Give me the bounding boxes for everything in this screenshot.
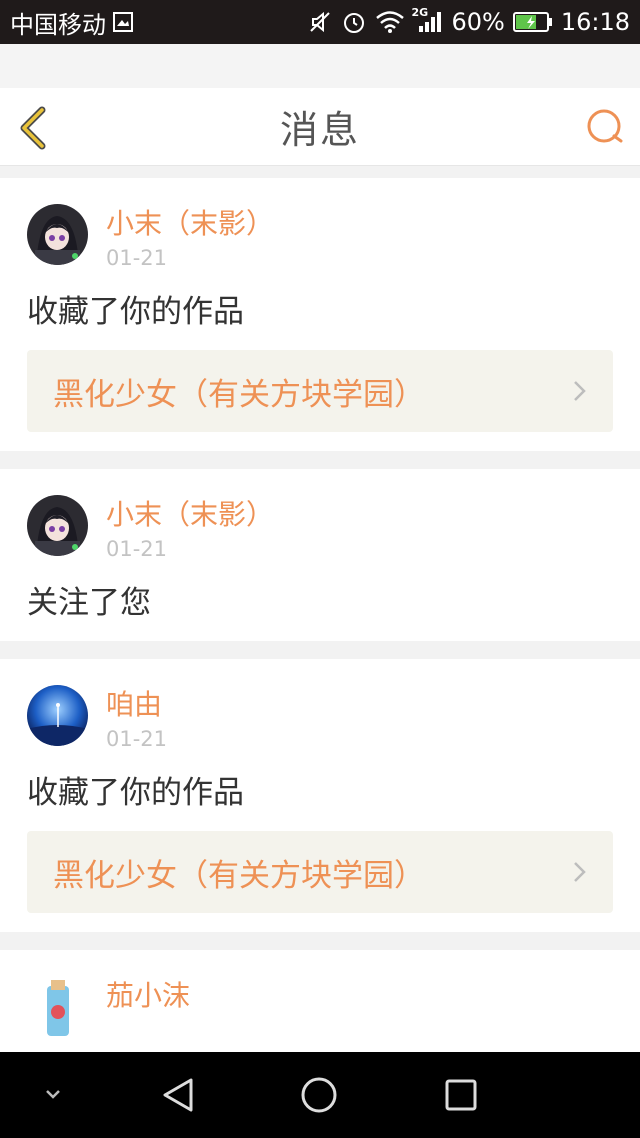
work-title: 黑化少女（有关方块学园） [53,857,425,894]
username[interactable]: 茄小沫 [106,976,190,1016]
clock: 16:18 [560,8,630,36]
avatar[interactable] [27,204,88,265]
page-header: 消息 [0,88,640,166]
message-date: 01-21 [106,246,168,270]
chevron-right-icon [574,862,586,882]
message-card: 小末（末影） 01-21 收藏了你的作品 黑化少女（有关方块学园） [0,178,640,451]
action-text: 关注了您 [27,585,151,621]
alarm-icon [341,9,367,35]
work-link[interactable]: 黑化少女（有关方块学园） [27,831,613,913]
username[interactable]: 咱由 [106,685,167,725]
collapse-button[interactable] [42,1084,64,1108]
message-date: 01-21 [106,537,168,561]
battery-percent: 60% [451,8,505,36]
action-text: 收藏了你的作品 [27,775,244,811]
network-type-label: 2G [411,6,429,19]
avatar[interactable] [27,495,88,556]
message-date: 01-21 [106,727,168,751]
home-circle-icon [301,1077,337,1113]
work-link[interactable]: 黑化少女（有关方块学园） [27,350,613,432]
search-button[interactable] [586,108,624,146]
signal-icon: 2G [411,6,443,34]
avatar[interactable] [27,685,88,746]
page-title: 消息 [279,108,360,152]
chevron-right-icon [574,381,586,401]
nav-recents-button[interactable] [444,1078,478,1116]
wifi-icon [375,10,405,34]
search-icon [587,109,623,143]
message-card: 小末（末影） 01-21 关注了您 [0,469,640,641]
top-spacer [0,44,640,88]
avatar[interactable] [27,976,88,1037]
screenshot-icon [112,11,134,33]
username[interactable]: 小末（末影） [106,495,274,535]
system-nav-bar [0,1052,640,1138]
message-list[interactable]: 小末（末影） 01-21 收藏了你的作品 黑化少女（有关方块学园） 小末（末影）… [0,166,640,1052]
back-triangle-icon [163,1078,193,1112]
work-title: 黑化少女（有关方块学园） [53,376,425,413]
mute-icon [307,9,333,35]
message-card: 茄小沫 [0,950,640,1052]
status-bar: 中国移动 2G 60% 16:18 [0,0,640,44]
chevron-left-icon [20,106,46,150]
action-text: 收藏了你的作品 [27,294,244,330]
carrier-label: 中国移动 [10,10,106,39]
battery-icon [512,11,553,33]
nav-back-button[interactable] [160,1076,196,1118]
recents-square-icon [445,1079,477,1111]
message-card: 咱由 01-21 收藏了你的作品 黑化少女（有关方块学园） [0,659,640,932]
nav-home-button[interactable] [300,1076,338,1118]
collapse-icon [46,1090,60,1099]
back-button[interactable] [16,106,52,150]
username[interactable]: 小末（末影） [106,204,274,244]
